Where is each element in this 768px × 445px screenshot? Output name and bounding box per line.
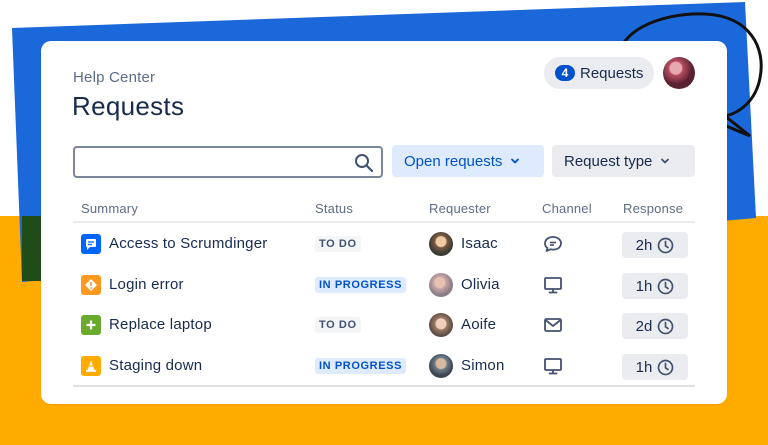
response-value: 2h	[635, 236, 653, 254]
response-value: 2d	[635, 317, 653, 335]
response-value: 1h	[635, 358, 653, 376]
requester-name: Simon	[461, 357, 505, 374]
search-icon[interactable]	[354, 153, 374, 173]
avatar	[429, 313, 453, 337]
table-row[interactable]: Login error IN PROGRESS Olivia 1h	[73, 265, 695, 305]
open-requests-dropdown[interactable]: Open requests	[392, 145, 544, 177]
status-badge: IN PROGRESS	[315, 277, 407, 293]
table-header: Summary Status Requester Channel Respons…	[73, 201, 695, 223]
search-field[interactable]	[73, 146, 383, 178]
status-badge: IN PROGRESS	[315, 358, 407, 374]
response-value: 1h	[635, 277, 653, 295]
plus-icon	[81, 315, 101, 335]
response-time: 1h	[622, 273, 688, 299]
monitor-icon	[544, 277, 562, 294]
clock-icon	[657, 278, 674, 294]
table-divider	[73, 385, 695, 387]
request-summary[interactable]: Replace laptop	[109, 316, 212, 333]
alert-icon	[81, 275, 101, 295]
response-time: 2h	[622, 232, 688, 258]
request-type-dropdown[interactable]: Request type	[552, 145, 695, 177]
requests-label: Requests	[580, 64, 644, 82]
requests-card: Help Center Requests 4 Requests Open req…	[41, 41, 727, 404]
requester-name: Aoife	[461, 316, 497, 333]
request-type-label: Request type	[564, 152, 653, 170]
chevron-down-icon	[661, 158, 670, 164]
table-row[interactable]: Replace laptop TO DO Aoife 2d	[73, 305, 695, 345]
column-header-status[interactable]: Status	[315, 201, 353, 216]
avatar	[429, 232, 453, 256]
table-row[interactable]: Access to Scrumdinger TO DO Isaac 2h	[73, 224, 695, 264]
chat-bubble-icon	[544, 236, 562, 252]
breadcrumb[interactable]: Help Center	[73, 69, 155, 86]
user-avatar[interactable]	[663, 57, 695, 89]
requester-name: Olivia	[461, 276, 500, 293]
column-header-response[interactable]: Response	[623, 201, 683, 216]
mail-icon	[544, 318, 562, 332]
clock-icon	[657, 318, 674, 334]
requests-count-badge: 4	[555, 65, 575, 81]
clock-icon	[657, 359, 674, 375]
clock-icon	[657, 237, 674, 253]
column-header-channel[interactable]: Channel	[542, 201, 592, 216]
chat-square-icon	[81, 234, 101, 254]
status-badge: TO DO	[315, 317, 361, 333]
request-summary[interactable]: Access to Scrumdinger	[109, 235, 267, 252]
response-time: 2d	[622, 313, 688, 339]
request-summary[interactable]: Staging down	[109, 357, 202, 374]
avatar	[429, 273, 453, 297]
avatar	[429, 354, 453, 378]
status-badge: TO DO	[315, 236, 361, 252]
requester-name: Isaac	[461, 235, 498, 252]
chevron-down-icon	[511, 158, 520, 164]
response-time: 1h	[622, 354, 688, 380]
page-title: Requests	[72, 91, 185, 121]
search-input[interactable]	[75, 148, 345, 176]
column-header-requester[interactable]: Requester	[429, 201, 491, 216]
request-summary[interactable]: Login error	[109, 276, 184, 293]
cone-icon	[81, 356, 101, 376]
table-row[interactable]: Staging down IN PROGRESS Simon 1h	[73, 346, 695, 386]
column-header-summary[interactable]: Summary	[81, 201, 138, 216]
open-requests-label: Open requests	[404, 152, 503, 170]
requests-count-button[interactable]: 4 Requests	[544, 57, 654, 89]
monitor-icon	[544, 358, 562, 375]
